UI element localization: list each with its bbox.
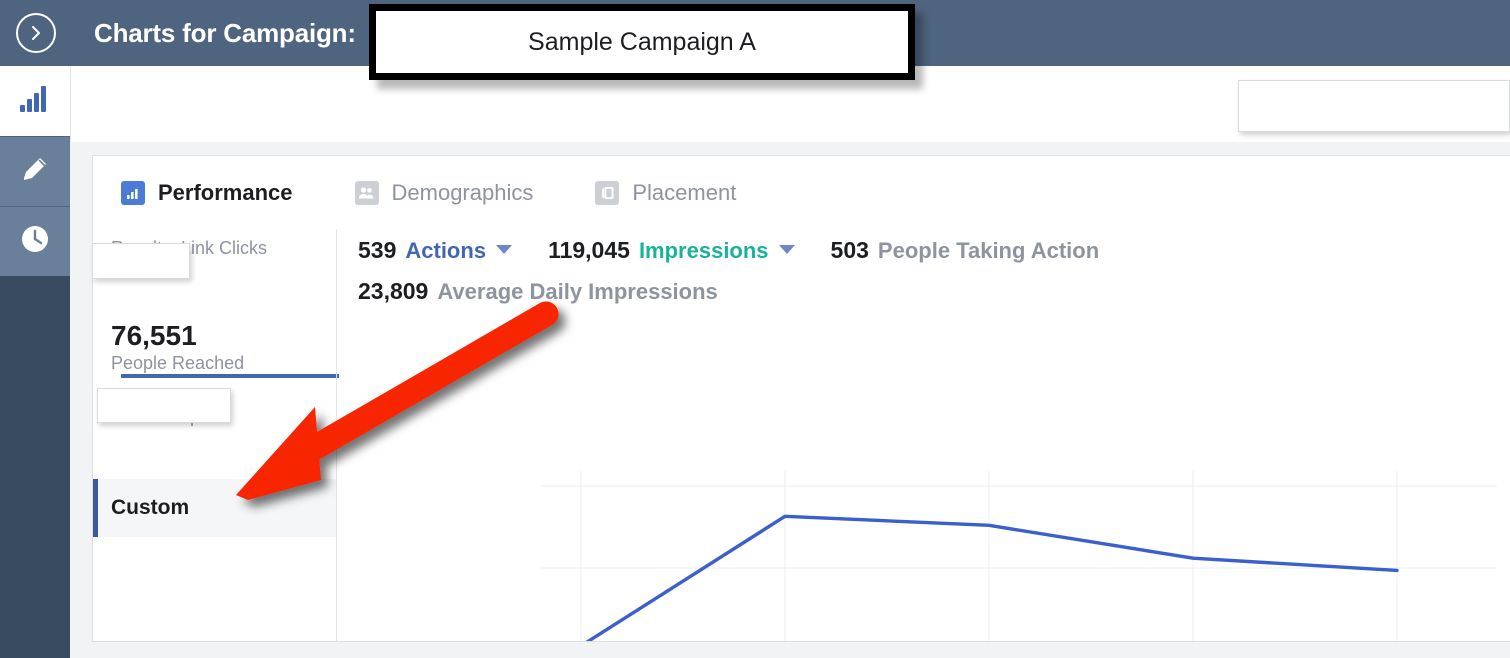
people-icon xyxy=(354,180,379,205)
tab-placement-label: Placement xyxy=(632,179,737,205)
rail-item-charts[interactable] xyxy=(0,66,70,136)
clock-icon xyxy=(20,224,50,259)
chevron-down-icon[interactable] xyxy=(778,245,795,254)
stats-row-primary: 539 Actions 119,045 Impressions 503 Peop… xyxy=(358,237,1458,264)
bar-chart-icon xyxy=(121,180,145,205)
redaction-box-results xyxy=(92,243,190,279)
metric-label-people-reached: People Reached xyxy=(111,353,245,374)
tab-demographics-label: Demographics xyxy=(391,179,534,205)
stat-people-taking-action: 503 People Taking Action xyxy=(831,237,1100,264)
tab-performance[interactable]: Performance xyxy=(121,157,293,229)
stat-avg-daily-impressions-label: Average Daily Impressions xyxy=(437,279,718,304)
stat-actions[interactable]: 539 Actions xyxy=(358,237,513,264)
bar-chart-icon xyxy=(20,85,50,117)
stat-people-taking-action-number: 503 xyxy=(830,237,869,263)
tab-placement[interactable]: Placement xyxy=(595,157,736,229)
left-icon-rail xyxy=(0,66,70,658)
rail-item-history[interactable] xyxy=(0,206,70,276)
tab-demographics[interactable]: Demographics xyxy=(354,157,534,229)
campaign-name-callout: Sample Campaign A xyxy=(369,4,915,80)
redaction-box-top-right xyxy=(1238,80,1510,132)
tab-performance-label: Performance xyxy=(158,179,293,205)
pencil-icon xyxy=(20,154,50,189)
metric-value-custom: Custom xyxy=(111,495,190,519)
chevron-right-circle-icon xyxy=(28,25,44,41)
metric-row-people-reached[interactable]: 76,551 People Reached xyxy=(93,311,336,397)
campaign-name-text: Sample Campaign A xyxy=(528,27,756,56)
metric-row-custom[interactable]: Custom xyxy=(93,479,336,537)
metric-list: Results: Link Clicks 76,551 People Reach… xyxy=(93,229,337,641)
chevron-down-icon[interactable] xyxy=(496,245,513,254)
tab-bar: Performance Demographics Placement xyxy=(93,156,1510,229)
stat-impressions-number: 119,045 xyxy=(548,237,630,263)
metric-value-people-reached: 76,551 xyxy=(111,320,197,351)
line-charts-svg: 0100200Apr 16Apr 17Apr 18Apr 19Apr 20050… xyxy=(541,471,1497,641)
stats-summary: 539 Actions 119,045 Impressions 503 Peop… xyxy=(358,229,1458,305)
charts-container: 0100200Apr 16Apr 17Apr 18Apr 19Apr 20050… xyxy=(337,311,1510,641)
page-title: Charts for Campaign: xyxy=(94,17,356,48)
stat-people-taking-action-label: People Taking Action xyxy=(877,238,1100,263)
placement-icon xyxy=(595,180,620,205)
stats-row-secondary: 23,809 Average Daily Impressions xyxy=(358,278,1458,305)
stat-impressions-label: Impressions xyxy=(638,238,769,263)
stat-average-daily-impressions: 23,809 Average Daily Impressions xyxy=(358,278,718,305)
charts-card: Performance Demographics Placement Link … xyxy=(92,155,1510,642)
stat-actions-number: 539 xyxy=(358,237,397,263)
back-navigation-button[interactable] xyxy=(16,13,56,53)
stat-impressions[interactable]: 119,045 Impressions xyxy=(548,237,795,264)
stat-actions-label: Actions xyxy=(405,238,487,263)
redaction-box-amount-spent xyxy=(97,388,231,423)
stat-avg-daily-impressions-number: 23,809 xyxy=(358,278,429,304)
rail-item-edit[interactable] xyxy=(0,136,70,206)
